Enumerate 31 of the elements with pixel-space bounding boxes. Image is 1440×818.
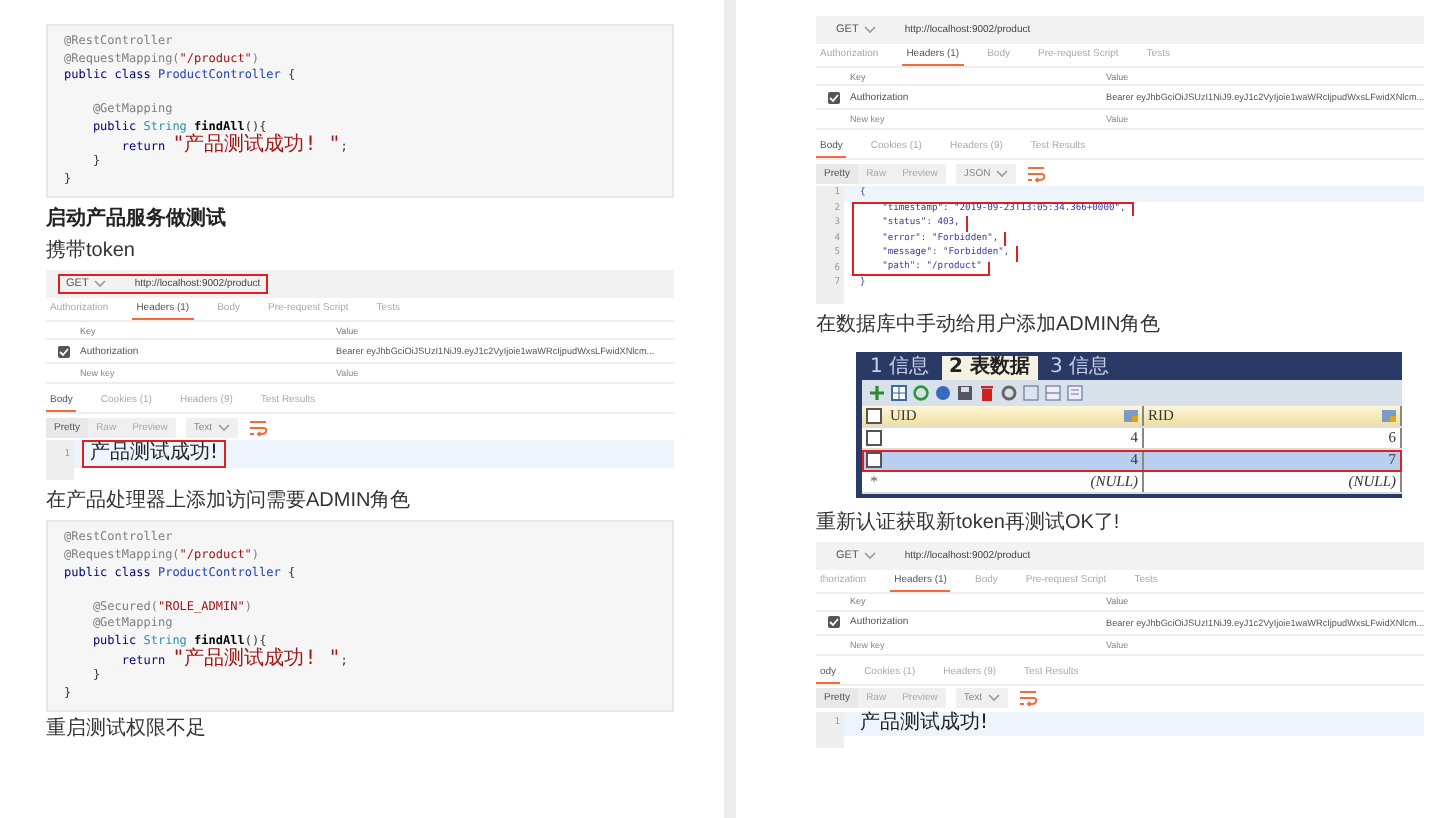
grid-tab[interactable]: 3 信息 [1042, 355, 1118, 379]
caret-icon [996, 169, 1009, 177]
section-heading: 启动产品服务做测试 [46, 206, 228, 233]
caret-icon [94, 280, 107, 289]
paragraph: 在数据库中手动给用户添加ADMIN角色 [816, 311, 1163, 337]
sort-icon[interactable] [1382, 409, 1396, 421]
paragraph: 重启测试权限不足 [46, 716, 208, 743]
checkbox[interactable] [866, 451, 882, 467]
form-view-icon[interactable] [1022, 383, 1040, 401]
plus-icon[interactable] [868, 383, 886, 401]
checkbox[interactable] [866, 407, 882, 423]
caret-icon [988, 694, 1001, 702]
paragraph: 在产品处理器上添加访问需要ADMIN角色 [46, 488, 413, 515]
caret-icon [218, 423, 231, 432]
wrap-lines-icon[interactable] [1026, 163, 1047, 183]
wrap-lines-icon[interactable] [248, 417, 269, 438]
trash-icon[interactable] [978, 383, 996, 401]
caret-icon [864, 551, 877, 559]
checkbox[interactable] [866, 429, 882, 445]
paragraph: 重新认证获取新token再测试OK了! [816, 509, 1122, 535]
circle-icon[interactable] [934, 383, 952, 401]
text-view-icon[interactable] [1066, 383, 1084, 401]
grid-tab[interactable]: 1 信息 [862, 355, 938, 379]
grid-tab[interactable]: 2 表数据 [941, 355, 1038, 379]
sort-icon[interactable] [1124, 409, 1138, 421]
caret-icon [864, 26, 877, 34]
grid-icon[interactable] [890, 383, 908, 401]
wrap-lines-icon[interactable] [1018, 688, 1039, 708]
response-line: 产品测试成功! [858, 711, 991, 735]
paragraph: 携带token [46, 238, 137, 265]
grid-view-icon[interactable] [1044, 383, 1062, 401]
